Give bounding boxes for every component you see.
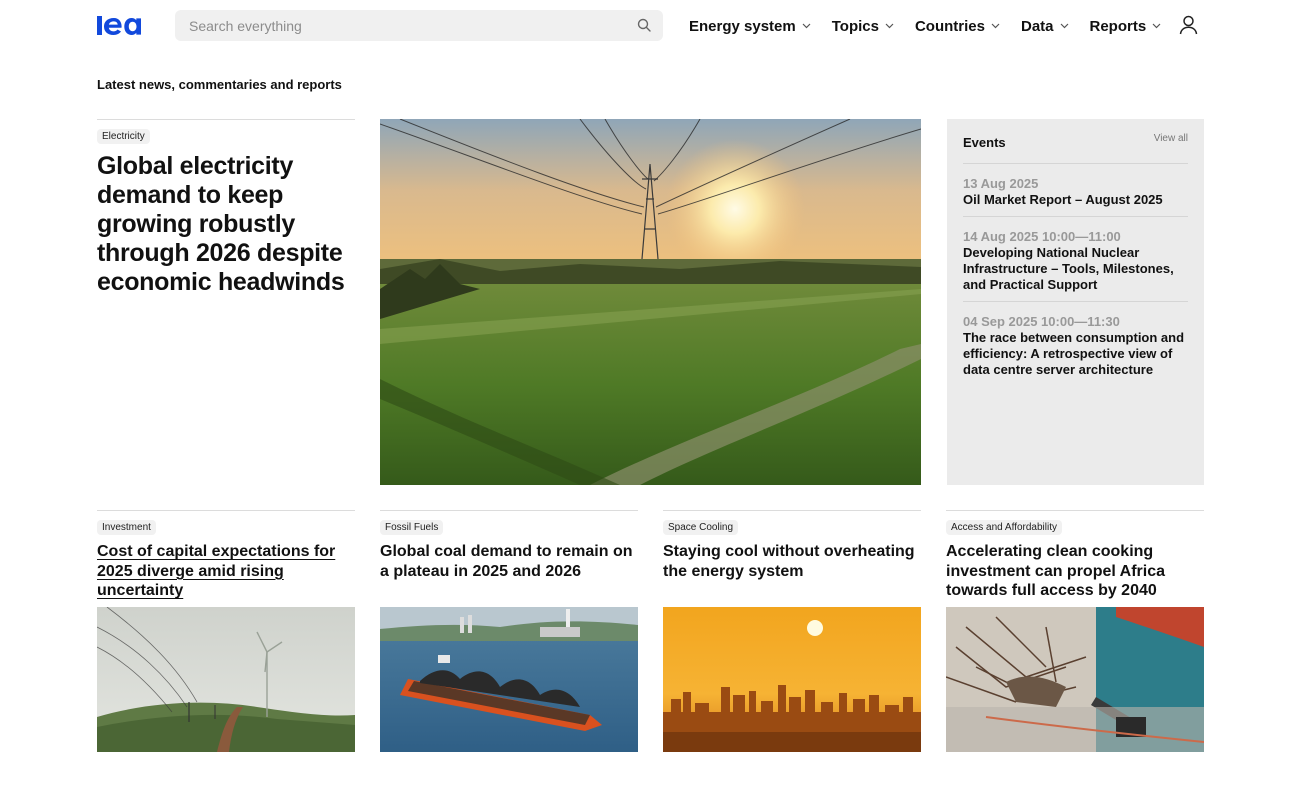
feature-image[interactable] [380,119,921,485]
card-title[interactable]: Cost of capital expectations for 2025 di… [97,542,355,600]
card-image-coal-barge[interactable] [380,607,638,752]
event-item[interactable]: 04 Sep 2025 10:00—11:30 The race between… [963,302,1188,386]
events-panel: Events View all 13 Aug 2025 Oil Market R… [947,119,1204,485]
main-nav: Energy system Topics Countries Data Repo… [689,16,1182,36]
section-title: Latest news, commentaries and reports [97,77,342,92]
nav-item-label: Topics [831,17,879,35]
card-title[interactable]: Staying cool without overheating the ene… [663,542,921,600]
card-title[interactable]: Global coal demand to remain on a platea… [380,542,638,600]
article-card: Fossil Fuels Global coal demand to remai… [380,510,638,752]
article-tag[interactable]: Access and Affordability [946,520,1062,535]
nav-item-energy-system[interactable]: Energy system [689,16,811,36]
nav-item-label: Countries [914,17,985,35]
card-image-clean-cooking[interactable] [946,607,1204,752]
event-date: 14 Aug 2025 10:00—11:00 [963,229,1121,244]
event-date: 04 Sep 2025 10:00—11:30 [963,314,1120,329]
events-title: Events [963,135,1006,150]
event-title[interactable]: Developing National Nuclear Infrastructu… [963,245,1188,293]
site-header: Energy system Topics Countries Data Repo… [0,0,1290,52]
events-header: Events View all [963,133,1188,164]
nav-item-data[interactable]: Data [1021,16,1069,36]
user-icon[interactable] [1179,15,1198,35]
event-date: 13 Aug 2025 [963,176,1039,191]
article-tag[interactable]: Space Cooling [663,520,739,535]
chevron-down-icon [1152,23,1161,29]
article-card: Investment Cost of capital expectations … [97,510,355,752]
card-image-city-heat[interactable] [663,607,921,752]
article-tag[interactable]: Investment [97,520,156,535]
card-image-wind-turbines[interactable] [97,607,355,752]
nav-item-reports[interactable]: Reports [1090,16,1162,36]
nav-item-label: Data [1020,17,1054,35]
chevron-down-icon [991,23,1000,29]
card-title[interactable]: Accelerating clean cooking investment ca… [946,542,1204,600]
article-tag[interactable]: Electricity [97,129,150,144]
iea-logo[interactable] [97,12,153,38]
view-all-link[interactable]: View all [1154,133,1188,144]
article-card: Access and Affordability Accelerating cl… [946,510,1204,752]
event-item[interactable]: 14 Aug 2025 10:00—11:00 Developing Natio… [963,217,1188,302]
nav-item-countries[interactable]: Countries [915,16,1000,36]
article-card: Space Cooling Staying cool without overh… [663,510,921,752]
chevron-down-icon [885,23,894,29]
search-input[interactable] [189,10,629,41]
feature-title[interactable]: Global electricity demand to keep growin… [97,152,355,297]
nav-item-label: Energy system [689,17,796,35]
nav-item-topics[interactable]: Topics [832,16,894,36]
search-icon[interactable] [637,18,651,32]
article-tag[interactable]: Fossil Fuels [380,520,444,535]
event-title[interactable]: Oil Market Report – August 2025 [963,192,1188,208]
chevron-down-icon [1060,23,1068,29]
search-box[interactable] [175,10,663,41]
event-title[interactable]: The race between consumption and efficie… [963,330,1188,378]
chevron-down-icon [802,23,811,29]
feature-article: Electricity Global electricity demand to… [97,119,355,297]
nav-item-label: Reports [1089,17,1147,35]
event-item[interactable]: 13 Aug 2025 Oil Market Report – August 2… [963,164,1188,217]
